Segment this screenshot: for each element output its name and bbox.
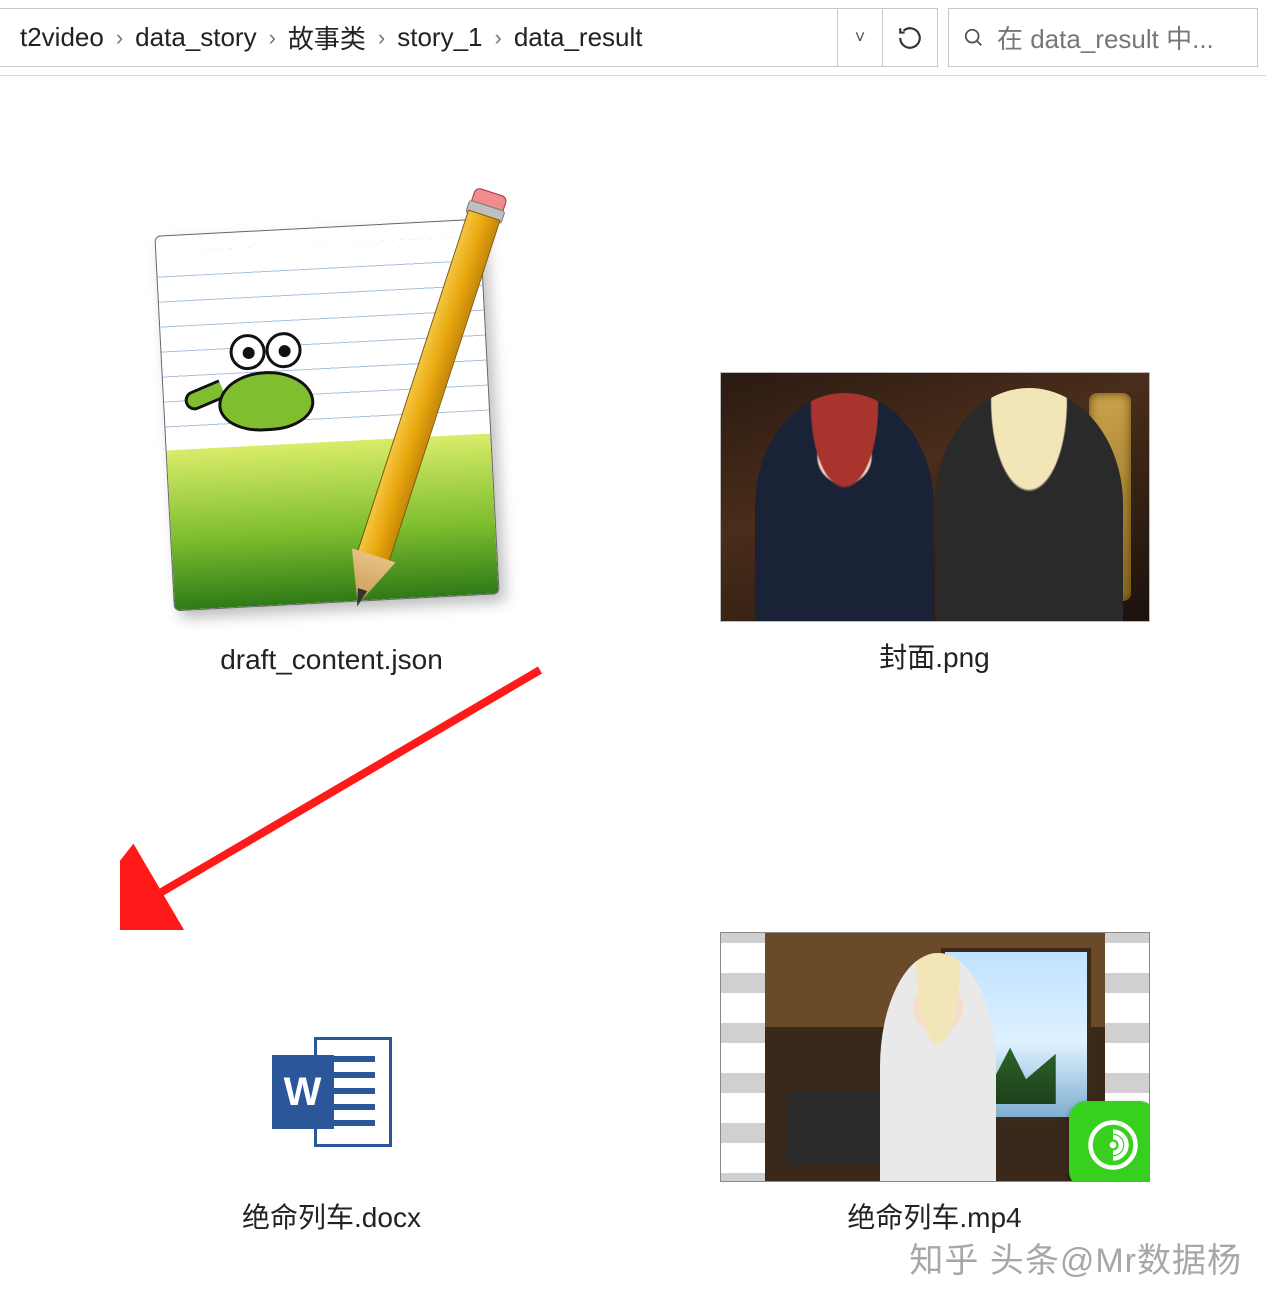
- play-badge-icon: [1069, 1101, 1150, 1182]
- file-list: Notepad++ draft_content.json 封面.png: [0, 76, 1266, 1298]
- image-preview: [721, 373, 1149, 621]
- breadcrumb[interactable]: t2video › data_story › 故事类 › story_1 › d…: [0, 8, 838, 67]
- search-box[interactable]: 在 data_result 中...: [948, 8, 1258, 67]
- file-name-label: 封面.png: [879, 636, 990, 676]
- video-preview: [765, 933, 1105, 1181]
- file-thumbnail: [720, 932, 1150, 1182]
- file-name-label: 绝命列车.mp4: [847, 1196, 1021, 1236]
- breadcrumb-segment[interactable]: t2video: [14, 20, 110, 55]
- breadcrumb-segment[interactable]: 故事类: [282, 17, 372, 58]
- watermark-text: 知乎 头条@Mr数据杨: [909, 1233, 1242, 1282]
- file-thumbnail: Notepad++: [117, 200, 547, 630]
- file-item-image[interactable]: 封面.png: [675, 372, 1195, 676]
- file-thumbnail: W: [242, 1002, 422, 1182]
- chevron-right-icon: ›: [116, 25, 123, 51]
- file-name-label: 绝命列车.docx: [242, 1196, 421, 1236]
- notepadpp-icon: Notepad++: [142, 205, 522, 625]
- file-item-json[interactable]: Notepad++ draft_content.json: [72, 200, 592, 676]
- chevron-right-icon: ›: [378, 25, 385, 51]
- file-item-docx[interactable]: W 绝命列车.docx: [72, 1002, 592, 1236]
- refresh-button[interactable]: [882, 8, 938, 67]
- breadcrumb-segment[interactable]: data_result: [508, 20, 649, 55]
- file-thumbnail: [720, 372, 1150, 622]
- search-placeholder: 在 data_result 中...: [997, 19, 1243, 56]
- address-toolbar: t2video › data_story › 故事类 › story_1 › d…: [0, 0, 1266, 76]
- word-doc-icon: W: [272, 1037, 392, 1147]
- word-letter: W: [272, 1055, 334, 1129]
- address-history-button[interactable]: ˅: [838, 8, 882, 67]
- chevron-right-icon: ›: [495, 25, 502, 51]
- breadcrumb-segment[interactable]: data_story: [129, 20, 262, 55]
- file-name-label: draft_content.json: [220, 644, 443, 676]
- search-icon: [963, 27, 985, 49]
- chevron-down-icon: ˅: [855, 27, 866, 48]
- refresh-icon: [897, 25, 923, 51]
- breadcrumb-segment[interactable]: story_1: [391, 20, 488, 55]
- file-item-video[interactable]: 绝命列车.mp4: [675, 932, 1195, 1236]
- chevron-right-icon: ›: [269, 25, 276, 51]
